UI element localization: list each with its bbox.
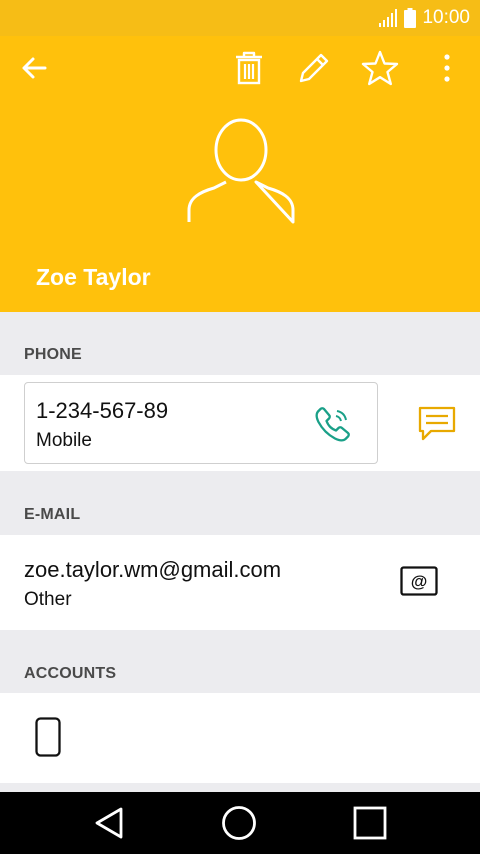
at-sign-icon: @: [400, 566, 438, 596]
triangle-back-icon: [95, 807, 123, 839]
phone-number: 1-234-567-89: [36, 398, 169, 423]
navigation-bar: [0, 792, 480, 854]
phone-section-label: PHONE: [24, 346, 82, 363]
status-time: 10:00: [422, 7, 470, 28]
phone-type: Mobile: [36, 430, 92, 451]
send-email-button[interactable]: @: [396, 561, 442, 601]
more-vertical-icon: [444, 54, 450, 82]
contact-header: Zoe Taylor: [0, 36, 480, 312]
svg-text:@: @: [411, 572, 428, 591]
more-options-button[interactable]: [425, 46, 469, 90]
message-icon: [418, 406, 456, 441]
contact-name: Zoe Taylor: [36, 264, 151, 290]
email-section-label: E-MAIL: [24, 506, 81, 523]
nav-recents-button[interactable]: [340, 798, 400, 848]
back-button[interactable]: [12, 46, 56, 90]
square-recents-icon: [353, 806, 387, 840]
circle-home-icon: [222, 806, 256, 840]
nav-back-button[interactable]: [79, 798, 139, 848]
status-bar: 10:00: [0, 0, 480, 36]
accounts-section-label: ACCOUNTS: [24, 665, 117, 682]
nav-home-button[interactable]: [209, 798, 269, 848]
battery-icon: [404, 8, 417, 28]
favorite-button[interactable]: [358, 46, 402, 90]
phone-device-icon: [35, 717, 61, 757]
phone-entry[interactable]: 1-234-567-89 Mobile: [24, 382, 378, 464]
phone-icon: [315, 407, 350, 442]
person-silhouette-icon: [187, 118, 295, 224]
email-address: zoe.taylor.wm@gmail.com: [24, 557, 282, 582]
call-button[interactable]: [311, 402, 355, 446]
arrow-left-icon: [22, 57, 47, 79]
star-outline-icon: [361, 50, 399, 86]
trash-icon: [236, 51, 262, 85]
email-type: Other: [24, 589, 72, 610]
delete-button[interactable]: [227, 46, 271, 90]
signal-icon: [379, 9, 398, 27]
accounts-row[interactable]: [0, 693, 480, 783]
pencil-icon: [299, 53, 329, 83]
edit-button[interactable]: [292, 46, 336, 90]
message-button[interactable]: [414, 400, 460, 446]
